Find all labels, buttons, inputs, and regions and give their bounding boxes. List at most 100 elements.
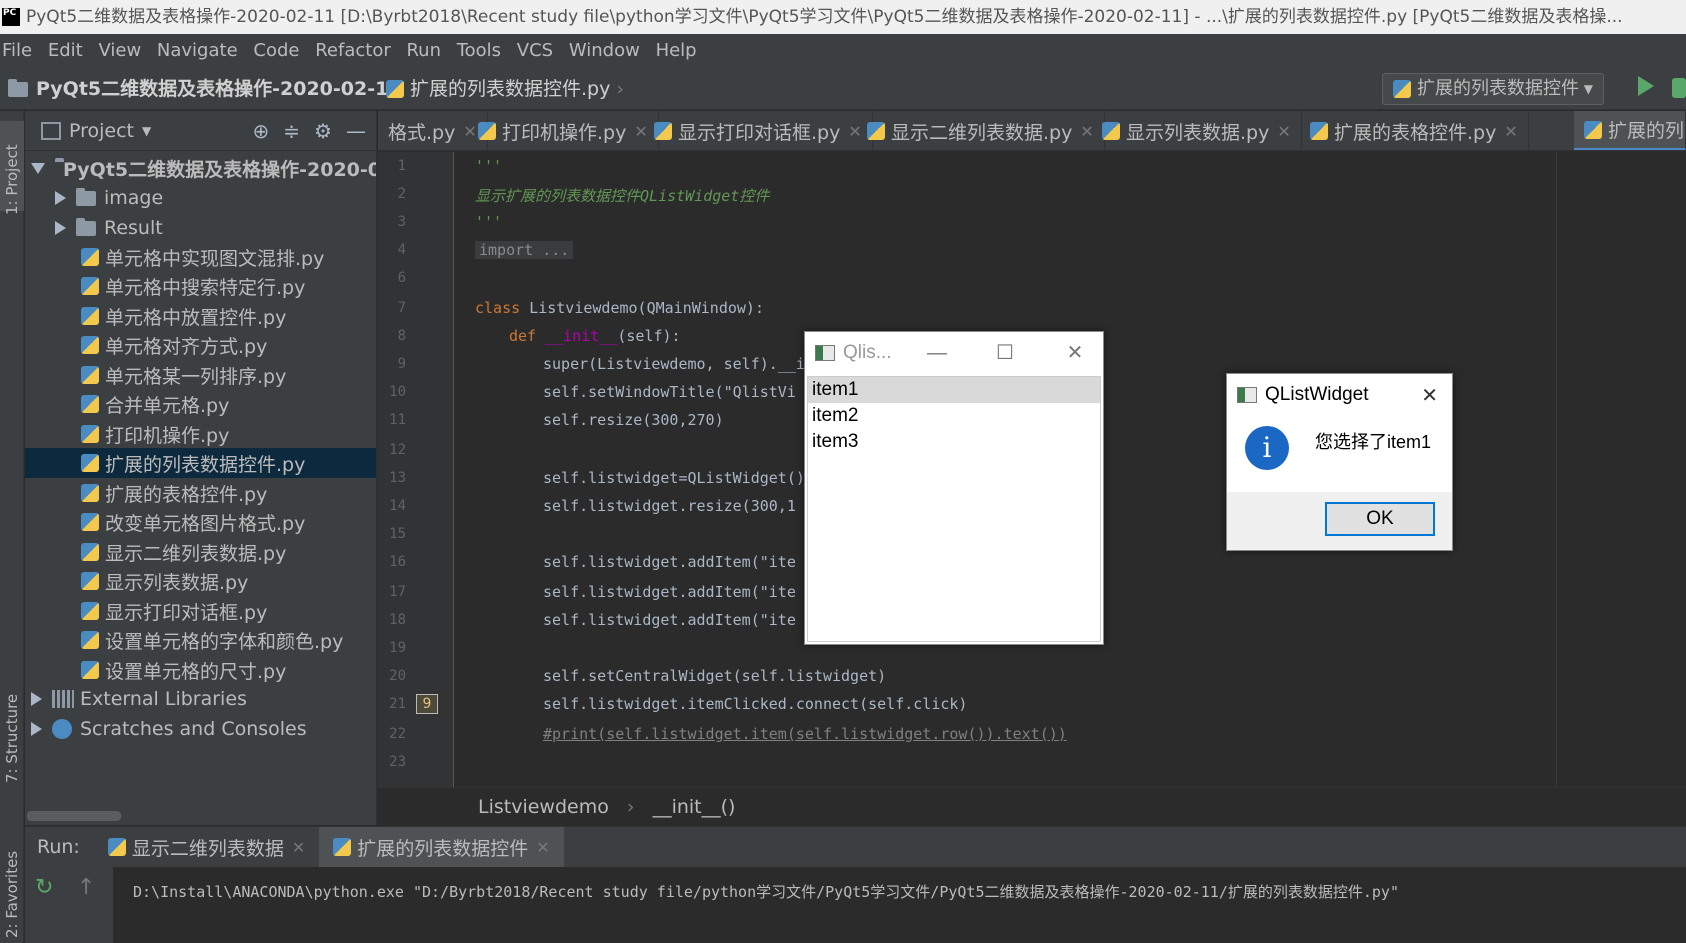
tree-file[interactable]: 打印机操作.py — [25, 419, 376, 449]
tree-file[interactable]: 显示列表数据.py — [25, 566, 376, 596]
list-item[interactable]: item2 — [808, 403, 1100, 429]
tree-file[interactable]: 设置单元格的字体和颜色.py — [25, 625, 376, 655]
menu-view[interactable]: View — [96, 34, 149, 68]
tree-file-selected[interactable]: 扩展的列表数据控件.py — [25, 448, 376, 478]
tree-file[interactable]: 单元格某一列排序.py — [25, 360, 376, 390]
collapse-arrow-icon[interactable] — [55, 221, 66, 235]
list-widget[interactable]: item1 item2 item3 — [807, 376, 1101, 642]
project-tool-tab[interactable]: 1: Project — [0, 121, 24, 215]
tree-file[interactable]: 显示打印对话框.py — [25, 596, 376, 626]
message-text: 您选择了item1 — [1315, 432, 1432, 452]
minimize-icon[interactable]: — — [917, 332, 957, 374]
tree-root-project[interactable]: PyQt5二维数据及表格操作-2020-02 — [25, 153, 376, 183]
editor-tab[interactable]: 显示列表数据.py ✕ — [1092, 111, 1302, 150]
editor-tab[interactable]: 显示打印对话框.py ✕ — [644, 111, 873, 150]
menu-file[interactable]: File — [0, 34, 40, 68]
project-view-icon — [41, 121, 61, 140]
menu-refactor[interactable]: Refactor — [313, 34, 399, 68]
close-icon[interactable]: ✕ — [1277, 122, 1290, 141]
menu-navigate[interactable]: Navigate — [155, 34, 246, 68]
run-configuration-select[interactable]: 扩展的列表数据控件 ▼ — [1382, 73, 1604, 105]
collapse-arrow-icon[interactable] — [55, 191, 66, 205]
line-number: 8 — [397, 328, 406, 344]
window-title-bar: PC PyQt5二维数据及表格操作-2020-02-11 [D:\Byrbt201… — [0, 0, 1686, 34]
tree-file[interactable]: 单元格中放置控件.py — [25, 301, 376, 331]
hide-icon[interactable]: — — [346, 119, 366, 143]
line-number: 13 — [389, 470, 406, 486]
favorites-tool-tab[interactable]: 2: Favorites — [0, 826, 24, 938]
quick-fix-badge-icon[interactable]: 9 — [416, 694, 438, 714]
gear-icon[interactable]: ⚙ — [314, 119, 332, 143]
debug-icon[interactable] — [1672, 78, 1686, 98]
tree-folder-image[interactable]: image — [25, 183, 376, 213]
tree-file-label: 显示列表数据.py — [105, 571, 249, 594]
collapse-all-icon[interactable]: ≑ — [283, 119, 300, 143]
close-icon[interactable]: ✕ — [292, 838, 305, 857]
rerun-icon[interactable]: ↻ — [35, 875, 53, 900]
maximize-icon[interactable]: ☐ — [985, 332, 1025, 374]
menu-help[interactable]: Help — [654, 34, 705, 68]
collapse-arrow-icon[interactable] — [31, 722, 42, 736]
tree-file[interactable]: 单元格中实现图文混排.py — [25, 242, 376, 272]
favorites-tool-tab-label: 2: Favorites — [3, 850, 21, 938]
tree-item-label: External Libraries — [80, 688, 247, 710]
tree-scratches[interactable]: Scratches and Consoles — [25, 714, 376, 744]
run-tab-active[interactable]: 扩展的列表数据控件 ✕ — [319, 827, 564, 867]
nav-file-crumb[interactable]: 扩展的列表数据控件.py › — [386, 68, 624, 110]
editor-tab-active[interactable]: 扩展的列 — [1574, 111, 1686, 150]
collapse-arrow-icon[interactable] — [31, 692, 42, 706]
close-icon[interactable]: ✕ — [536, 838, 549, 857]
tree-file[interactable]: 单元格中搜索特定行.py — [25, 271, 376, 301]
tree-file[interactable]: 显示二维列表数据.py — [25, 537, 376, 567]
list-item-selected[interactable]: item1 — [808, 377, 1100, 403]
tree-item-label: Scratches and Consoles — [80, 718, 307, 740]
project-view-select[interactable]: Project — [69, 120, 134, 142]
ok-button[interactable]: OK — [1325, 502, 1435, 536]
python-file-icon — [81, 543, 99, 561]
folded-import[interactable]: import ... — [475, 241, 574, 259]
menu-run[interactable]: Run — [404, 34, 449, 68]
horizontal-scrollbar[interactable] — [27, 811, 121, 821]
python-file-icon — [81, 336, 99, 354]
code-line: self.setWindowTitle("QlistVi — [543, 383, 796, 401]
locate-icon[interactable]: ⊕ — [253, 119, 270, 143]
nav-project-crumb[interactable]: PyQt5二维数据及表格操作-2020-02-11 › — [8, 68, 419, 110]
tree-external-libraries[interactable]: External Libraries — [25, 684, 376, 714]
tree-file[interactable]: 合并单元格.py — [25, 389, 376, 419]
tree-folder-result[interactable]: Result — [25, 213, 376, 243]
line-number: 4 — [397, 242, 406, 258]
editor-tab[interactable]: 扩展的表格控件.py ✕ — [1300, 111, 1529, 150]
left-tool-stripe: 1: Project 7: Structure 2: Favorites — [0, 111, 24, 943]
close-icon[interactable]: ✕ — [1504, 122, 1517, 141]
code-line: self.listwidget.resize(300,1 — [543, 497, 796, 515]
close-icon[interactable]: ✕ — [1055, 332, 1095, 374]
breadcrumb-method[interactable]: __init__() — [653, 796, 736, 818]
tree-file[interactable]: 改变单元格图片格式.py — [25, 507, 376, 537]
tree-file[interactable]: 单元格对齐方式.py — [25, 330, 376, 360]
python-file-icon — [81, 366, 99, 384]
code-line: self.setCentralWidget(self.listwidget) — [543, 667, 887, 685]
expand-arrow-icon[interactable] — [31, 162, 45, 174]
close-icon[interactable]: ✕ — [1421, 383, 1438, 408]
breadcrumb-class[interactable]: Listviewdemo — [478, 796, 609, 818]
chevron-down-icon[interactable]: ▼ — [142, 124, 151, 138]
editor-tab[interactable]: 显示二维列表数据.py ✕ — [857, 111, 1105, 150]
structure-tool-tab[interactable]: 7: Structure — [0, 671, 24, 783]
run-tab[interactable]: 显示二维列表数据 ✕ — [94, 827, 319, 867]
editor-tab[interactable]: 打印机操作.py ✕ — [468, 111, 659, 150]
tree-file[interactable]: 设置单元格的尺寸.py — [25, 655, 376, 685]
tree-file[interactable]: 扩展的表格控件.py — [25, 478, 376, 508]
menu-tools[interactable]: Tools — [455, 34, 509, 68]
list-item[interactable]: item3 — [808, 429, 1100, 455]
line-number-gutter: 1 2 3 4 6 7 8 9 10 11 12 13 14 15 16 17 … — [378, 152, 454, 787]
python-file-icon — [81, 277, 99, 295]
menu-edit[interactable]: Edit — [46, 34, 91, 68]
run-icon[interactable] — [1638, 76, 1654, 96]
tab-label: 扩展的表格控件.py — [1334, 121, 1497, 144]
menu-code[interactable]: Code — [251, 34, 307, 68]
line-number: 3 — [397, 214, 406, 230]
arrow-up-icon[interactable]: ↑ — [77, 875, 95, 900]
menu-vcs[interactable]: VCS — [515, 34, 561, 68]
menu-window[interactable]: Window — [567, 34, 648, 68]
run-tabs: Run: 显示二维列表数据 ✕ 扩展的列表数据控件 ✕ — [25, 827, 1686, 867]
